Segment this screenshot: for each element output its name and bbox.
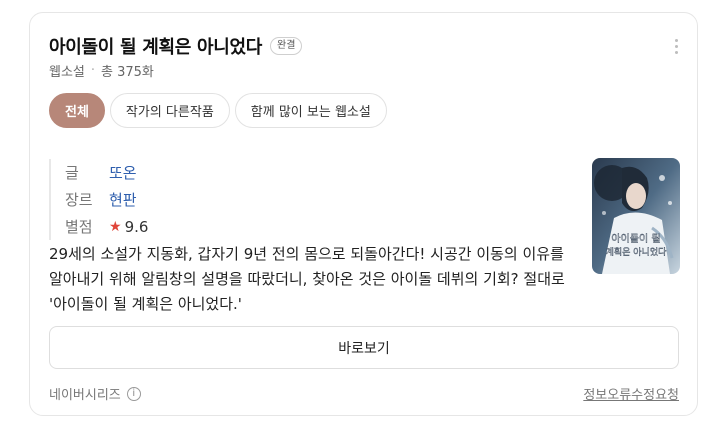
rating-row: 별점 ★ 9.6 [65, 213, 148, 240]
svg-text:아이돌이 될: 아이돌이 될 [611, 233, 660, 245]
report-error-link[interactable]: 정보오류수정요청 [583, 384, 679, 403]
webnovel-info-card: 아이돌이 될 계획은 아니었다 완결 웹소설 · 총 375화 전체 작가의 다… [29, 12, 698, 416]
episode-count: 총 375화 [101, 65, 154, 80]
subtitle: 웹소설 · 총 375화 [49, 61, 154, 80]
rating-label: 별점 [65, 218, 93, 236]
genre-link[interactable]: 현판 [109, 189, 137, 210]
separator-dot: · [90, 63, 96, 78]
tab-all[interactable]: 전체 [49, 93, 105, 128]
synopsis: 29세의 소설가 지동화, 갑자기 9년 전의 몸으로 되돌아간다! 시공간 이… [49, 245, 565, 313]
tab-author-other-works[interactable]: 작가의 다른작품 [109, 93, 230, 128]
title-row: 아이돌이 될 계획은 아니었다 완결 [49, 33, 303, 59]
source-link[interactable]: 네이버시리즈 i [49, 384, 141, 403]
cover-image[interactable]: 아이돌이 될 계획은 아니었다 [592, 158, 680, 274]
author-link[interactable]: 또온 [109, 162, 137, 183]
svg-text:계획은 아니었다: 계획은 아니었다 [606, 246, 668, 258]
rating-value: 9.6 [124, 217, 149, 236]
tab-related-novels[interactable]: 함께 많이 보는 웹소설 [234, 93, 387, 128]
genre-row: 장르 현판 [65, 186, 148, 213]
category-label: 웹소설 [49, 65, 85, 80]
info-icon[interactable]: i [126, 386, 141, 401]
author-row: 글 또온 [65, 159, 148, 186]
author-label: 글 [65, 164, 79, 182]
genre-label: 장르 [65, 191, 93, 209]
star-icon: ★ [109, 218, 122, 235]
tab-bar: 전체 작가의 다른작품 함께 많이 보는 웹소설 [49, 93, 387, 128]
read-now-button[interactable]: 바로보기 [49, 326, 679, 369]
cover-illustration: 아이돌이 될 계획은 아니었다 [592, 158, 680, 274]
more-options-icon[interactable] [675, 39, 679, 54]
source-label: 네이버시리즈 [49, 388, 121, 403]
page-title[interactable]: 아이돌이 될 계획은 아니었다 [49, 33, 262, 59]
info-list: 글 또온 장르 현판 별점 ★ 9.6 [49, 159, 148, 240]
status-badge: 완결 [270, 37, 303, 55]
